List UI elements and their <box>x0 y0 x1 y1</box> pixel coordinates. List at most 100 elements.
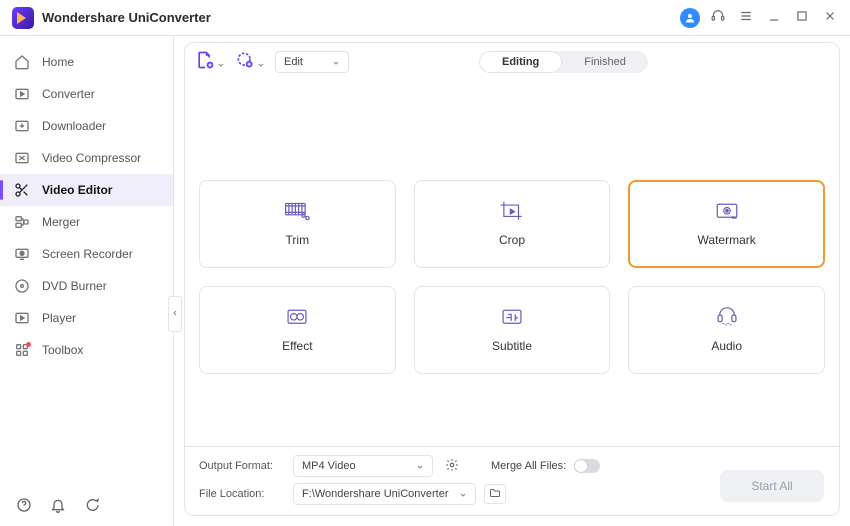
sidebar-item-label: Toolbox <box>42 343 83 357</box>
chevron-down-icon <box>217 58 225 66</box>
help-button[interactable] <box>14 496 34 516</box>
notification-dot-icon <box>26 342 31 347</box>
tab-finished[interactable]: Finished <box>562 51 648 73</box>
tool-trim[interactable]: Trim <box>199 180 396 268</box>
add-resource-button[interactable] <box>235 50 265 73</box>
tool-crop[interactable]: Crop <box>414 180 611 268</box>
edit-mode-select[interactable]: Edit <box>275 51 349 73</box>
notifications-button[interactable] <box>48 496 68 516</box>
feedback-button[interactable] <box>82 496 102 516</box>
status-tabs: Editing Finished <box>479 51 648 73</box>
sidebar-item-downloader[interactable]: Downloader <box>0 110 173 142</box>
tab-label: Editing <box>502 56 539 68</box>
sidebar-item-label: Merger <box>42 215 80 229</box>
add-file-button[interactable] <box>195 50 225 73</box>
hamburger-icon <box>739 9 753 26</box>
compress-icon <box>14 150 30 166</box>
add-circle-icon <box>235 50 255 73</box>
user-icon <box>680 8 700 28</box>
trim-icon <box>284 201 310 223</box>
main-panel: Edit Editing Finished <box>174 36 850 526</box>
sidebar-item-merger[interactable]: Merger <box>0 206 173 238</box>
sidebar-collapse-button[interactable] <box>168 296 182 332</box>
download-icon <box>14 118 30 134</box>
play-icon <box>14 310 30 326</box>
titlebar: Wondershare UniConverter <box>0 0 850 36</box>
sidebar-item-label: Player <box>42 311 76 325</box>
sidebar-item-label: Video Compressor <box>42 151 141 165</box>
chevron-left-icon <box>171 307 179 321</box>
maximize-button[interactable] <box>790 6 814 30</box>
merge-toggle[interactable] <box>574 459 600 473</box>
sidebar-item-label: DVD Burner <box>42 279 107 293</box>
select-value: F:\Wondershare UniConverter <box>302 488 449 500</box>
maximize-icon <box>795 9 809 26</box>
chevron-down-icon <box>332 58 340 66</box>
scissors-icon <box>14 182 30 198</box>
tool-audio[interactable]: Audio <box>628 286 825 374</box>
support-button[interactable] <box>706 6 730 30</box>
output-format-select[interactable]: MP4 Video <box>293 455 433 477</box>
output-settings-button[interactable] <box>441 456 463 476</box>
tool-grid: Trim Crop Watermark <box>185 80 839 446</box>
chevron-down-icon <box>257 58 265 66</box>
account-button[interactable] <box>678 6 702 30</box>
folder-icon <box>489 487 501 502</box>
file-location-label: File Location: <box>199 488 285 500</box>
sidebar-item-compressor[interactable]: Video Compressor <box>0 142 173 174</box>
nav-list: Home Converter Downloader Video Compress… <box>0 36 173 366</box>
tool-label: Audio <box>711 339 742 353</box>
sidebar-item-dvd-burner[interactable]: DVD Burner <box>0 270 173 302</box>
tool-subtitle[interactable]: Subtitle <box>414 286 611 374</box>
headset-icon <box>711 9 725 26</box>
sidebar-item-converter[interactable]: Converter <box>0 78 173 110</box>
help-icon <box>16 497 32 516</box>
sidebar-item-screen-recorder[interactable]: Screen Recorder <box>0 238 173 270</box>
converter-icon <box>14 86 30 102</box>
tool-label: Effect <box>282 339 312 353</box>
minimize-icon <box>767 9 781 26</box>
chevron-down-icon <box>416 462 424 470</box>
select-value: MP4 Video <box>302 460 356 472</box>
tool-watermark[interactable]: Watermark <box>628 180 825 268</box>
tool-label: Crop <box>499 233 525 247</box>
tab-label: Finished <box>584 56 626 68</box>
editor-toolbar: Edit Editing Finished <box>185 42 839 80</box>
chevron-down-icon <box>459 490 467 498</box>
menu-button[interactable] <box>734 6 758 30</box>
file-location-select[interactable]: F:\Wondershare UniConverter <box>293 483 476 505</box>
sidebar-item-video-editor[interactable]: Video Editor <box>0 174 173 206</box>
merge-all-control: Merge All Files: <box>491 459 600 473</box>
output-format-label: Output Format: <box>199 460 285 472</box>
sidebar-item-label: Downloader <box>42 119 106 133</box>
tool-label: Watermark <box>698 233 756 247</box>
sidebar-item-toolbox[interactable]: Toolbox <box>0 334 173 366</box>
sidebar-item-label: Video Editor <box>42 183 112 197</box>
audio-icon <box>714 307 740 329</box>
watermark-icon <box>714 201 740 223</box>
sidebar: Home Converter Downloader Video Compress… <box>0 36 174 526</box>
home-icon <box>14 54 30 70</box>
chat-icon <box>84 497 100 516</box>
tab-editing[interactable]: Editing <box>479 51 562 73</box>
close-button[interactable] <box>818 6 842 30</box>
crop-icon <box>499 201 525 223</box>
disc-icon <box>14 278 30 294</box>
sidebar-bottom <box>0 486 173 526</box>
subtitle-icon <box>499 307 525 329</box>
merge-label: Merge All Files: <box>491 460 566 472</box>
tool-label: Subtitle <box>492 339 532 353</box>
minimize-button[interactable] <box>762 6 786 30</box>
sidebar-item-label: Converter <box>42 87 95 101</box>
app-logo <box>12 7 34 29</box>
sidebar-item-home[interactable]: Home <box>0 46 173 78</box>
bell-icon <box>50 497 66 516</box>
sidebar-item-player[interactable]: Player <box>0 302 173 334</box>
tool-label: Trim <box>286 233 310 247</box>
effect-icon <box>284 307 310 329</box>
content-card: Edit Editing Finished <box>184 42 840 516</box>
start-all-button[interactable]: Start All <box>720 470 824 502</box>
tool-effect[interactable]: Effect <box>199 286 396 374</box>
open-folder-button[interactable] <box>484 484 506 504</box>
sidebar-item-label: Screen Recorder <box>42 247 133 261</box>
